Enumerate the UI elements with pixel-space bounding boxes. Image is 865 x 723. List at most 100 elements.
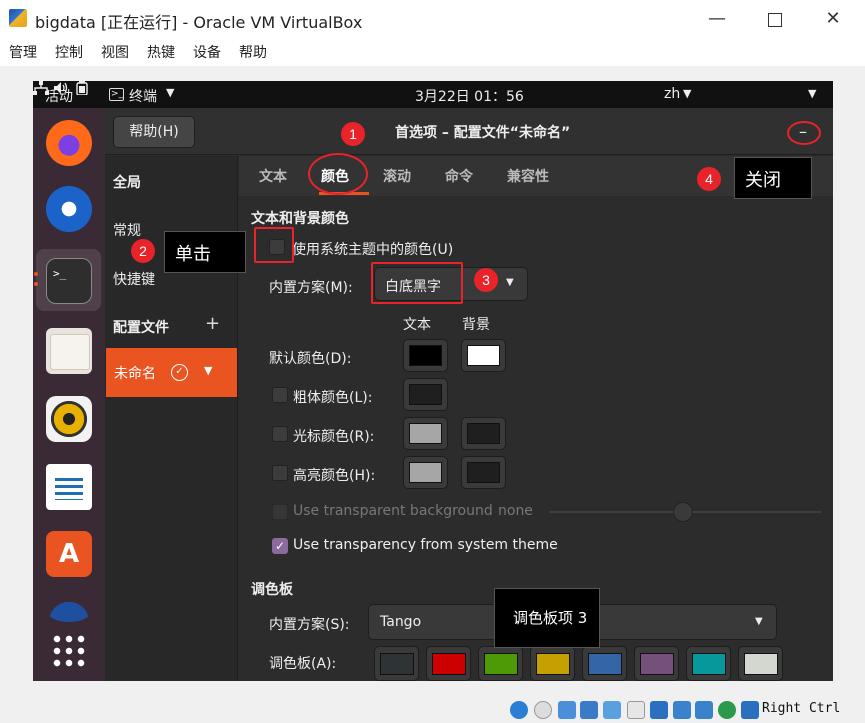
- app-menu-button[interactable]: 终端: [129, 86, 157, 106]
- highlight-color-checkbox[interactable]: [272, 465, 288, 481]
- cursor-color-label[interactable]: 光标颜色(R):: [293, 426, 374, 446]
- annotation-note-close: 关闭: [734, 157, 812, 199]
- annotation-circle-colors-tab: [308, 153, 368, 195]
- transparent-bg-checkbox[interactable]: [272, 504, 288, 520]
- default-bg-color-button[interactable]: [461, 339, 506, 372]
- tab-command[interactable]: 命令: [445, 166, 473, 186]
- chevron-down-icon: ▼: [683, 87, 692, 100]
- virtualbox-logo-icon: [9, 9, 27, 27]
- tab-scrolling[interactable]: 滚动: [383, 166, 411, 186]
- annotation-badge-3: 3: [474, 268, 498, 292]
- dock: >_ A: [33, 108, 105, 681]
- input-method-indicator[interactable]: zh: [664, 86, 680, 102]
- sidebar-item-profile[interactable]: 未命名 ✓ ▼: [106, 348, 237, 397]
- files-icon[interactable]: [46, 328, 92, 374]
- hdd-status-icon[interactable]: [510, 701, 528, 719]
- terminal-app-icon: >_: [109, 88, 124, 101]
- host-maximize-button[interactable]: [760, 6, 790, 32]
- add-profile-button[interactable]: +: [205, 313, 220, 334]
- system-menu-chevron-icon[interactable]: ▼: [808, 87, 816, 100]
- palette-color-button[interactable]: [634, 646, 679, 681]
- palette-color-button[interactable]: [478, 646, 523, 681]
- menu-view[interactable]: 视图: [101, 42, 129, 62]
- thunderbird-icon[interactable]: [46, 186, 92, 232]
- activities-button[interactable]: 活动: [45, 86, 73, 106]
- cursor-color-checkbox[interactable]: [272, 426, 288, 442]
- cpu-status-icon[interactable]: [695, 701, 713, 719]
- use-system-transparency-label[interactable]: Use transparency from system theme: [293, 537, 558, 553]
- annotation-badge-4: 4: [697, 167, 721, 191]
- bold-color-label[interactable]: 粗体颜色(L):: [293, 387, 372, 407]
- palette-color-button[interactable]: [738, 646, 783, 681]
- color-swatch: [588, 653, 622, 675]
- highlight-bg-color-button[interactable]: [461, 456, 506, 489]
- sidebar-item-shortcuts[interactable]: 快捷键: [113, 269, 155, 289]
- palette-color-button[interactable]: [582, 646, 627, 681]
- firefox-icon[interactable]: [46, 120, 92, 166]
- default-color-label: 默认颜色(D):: [269, 351, 352, 367]
- palette-color-button[interactable]: [374, 646, 419, 681]
- color-swatch: [409, 384, 442, 405]
- chevron-down-icon: ▼: [506, 277, 514, 288]
- menu-control[interactable]: 控制: [55, 42, 83, 62]
- use-system-theme-label[interactable]: 使用系统主题中的颜色(U): [292, 239, 453, 259]
- menu-manage[interactable]: 管理: [9, 42, 37, 62]
- help-icon[interactable]: [46, 598, 92, 622]
- help-button[interactable]: 帮助(H): [113, 116, 195, 148]
- palette-color-button[interactable]: [530, 646, 575, 681]
- mouse-integration-icon[interactable]: [718, 701, 736, 719]
- bold-text-color-button[interactable]: [403, 378, 448, 411]
- optical-drive-icon[interactable]: [534, 701, 552, 719]
- audio-status-icon[interactable]: [558, 701, 576, 719]
- network-status-icon[interactable]: [580, 701, 598, 719]
- profile-menu-chevron-icon[interactable]: ▼: [204, 364, 212, 377]
- palette-color-button[interactable]: [686, 646, 731, 681]
- software-center-icon[interactable]: A: [46, 531, 92, 577]
- show-applications-icon[interactable]: [51, 633, 85, 667]
- host-titlebar: bigdata [正在运行] - Oracle VM VirtualBox — …: [0, 0, 865, 38]
- use-system-transparency-checkbox[interactable]: ✓: [272, 538, 288, 554]
- palette-scheme-value: Tango: [380, 614, 422, 630]
- color-swatch: [640, 653, 674, 675]
- recording-status-icon[interactable]: [673, 701, 691, 719]
- host-minimize-button[interactable]: —: [702, 6, 732, 32]
- annotation-note-click: 单击: [164, 231, 246, 273]
- battery-icon[interactable]: [74, 81, 90, 96]
- annotation-note-palette: 调色板项 3: [494, 588, 600, 648]
- color-swatch: [432, 653, 466, 675]
- annotation-circle-minimize: [787, 121, 821, 145]
- terminal-icon[interactable]: >_: [46, 258, 92, 304]
- cursor-bg-color-button[interactable]: [461, 417, 506, 450]
- transparency-none-label: none: [498, 503, 533, 519]
- palette-label: 调色板(A):: [269, 656, 337, 672]
- display-status-icon[interactable]: [650, 701, 668, 719]
- clock[interactable]: 3月22日 01：56: [415, 86, 524, 106]
- keyboard-capture-icon[interactable]: [741, 701, 759, 719]
- running-indicator: [34, 268, 39, 292]
- builtin-scheme-label: 内置方案(M):: [269, 280, 353, 296]
- tab-text[interactable]: 文本: [259, 166, 287, 186]
- libreoffice-writer-icon[interactable]: [46, 464, 92, 510]
- preferences-window: 帮助(H) 首选项 – 配置文件“未命名” – 全局 常规 快捷键 配置文件 +…: [105, 108, 833, 681]
- palette-color-button[interactable]: [426, 646, 471, 681]
- transparency-slider-handle[interactable]: [673, 502, 693, 522]
- shared-folders-icon[interactable]: [627, 701, 645, 719]
- menu-help[interactable]: 帮助: [239, 42, 267, 62]
- annotation-badge-2: 2: [131, 239, 155, 263]
- menu-devices[interactable]: 设备: [193, 42, 221, 62]
- color-swatch: [484, 653, 518, 675]
- usb-status-icon[interactable]: [603, 701, 621, 719]
- highlight-color-label[interactable]: 高亮颜色(H):: [293, 465, 375, 485]
- sidebar-item-general[interactable]: 常规: [113, 220, 141, 240]
- bold-color-checkbox[interactable]: [272, 387, 288, 403]
- menu-hotkey[interactable]: 热键: [147, 42, 175, 62]
- host-close-button[interactable]: ✕: [818, 6, 848, 32]
- rhythmbox-icon[interactable]: [46, 396, 92, 442]
- tab-compatibility[interactable]: 兼容性: [507, 166, 549, 186]
- gnome-topbar: 活动 >_ 终端 ▼ 3月22日 01：56 zh ▼ ▼: [33, 81, 833, 108]
- annotation-rect-scheme: [371, 262, 463, 304]
- prefs-headerbar: 帮助(H) 首选项 – 配置文件“未命名” –: [105, 108, 833, 155]
- highlight-text-color-button[interactable]: [403, 456, 448, 489]
- default-text-color-button[interactable]: [403, 339, 448, 372]
- cursor-text-color-button[interactable]: [403, 417, 448, 450]
